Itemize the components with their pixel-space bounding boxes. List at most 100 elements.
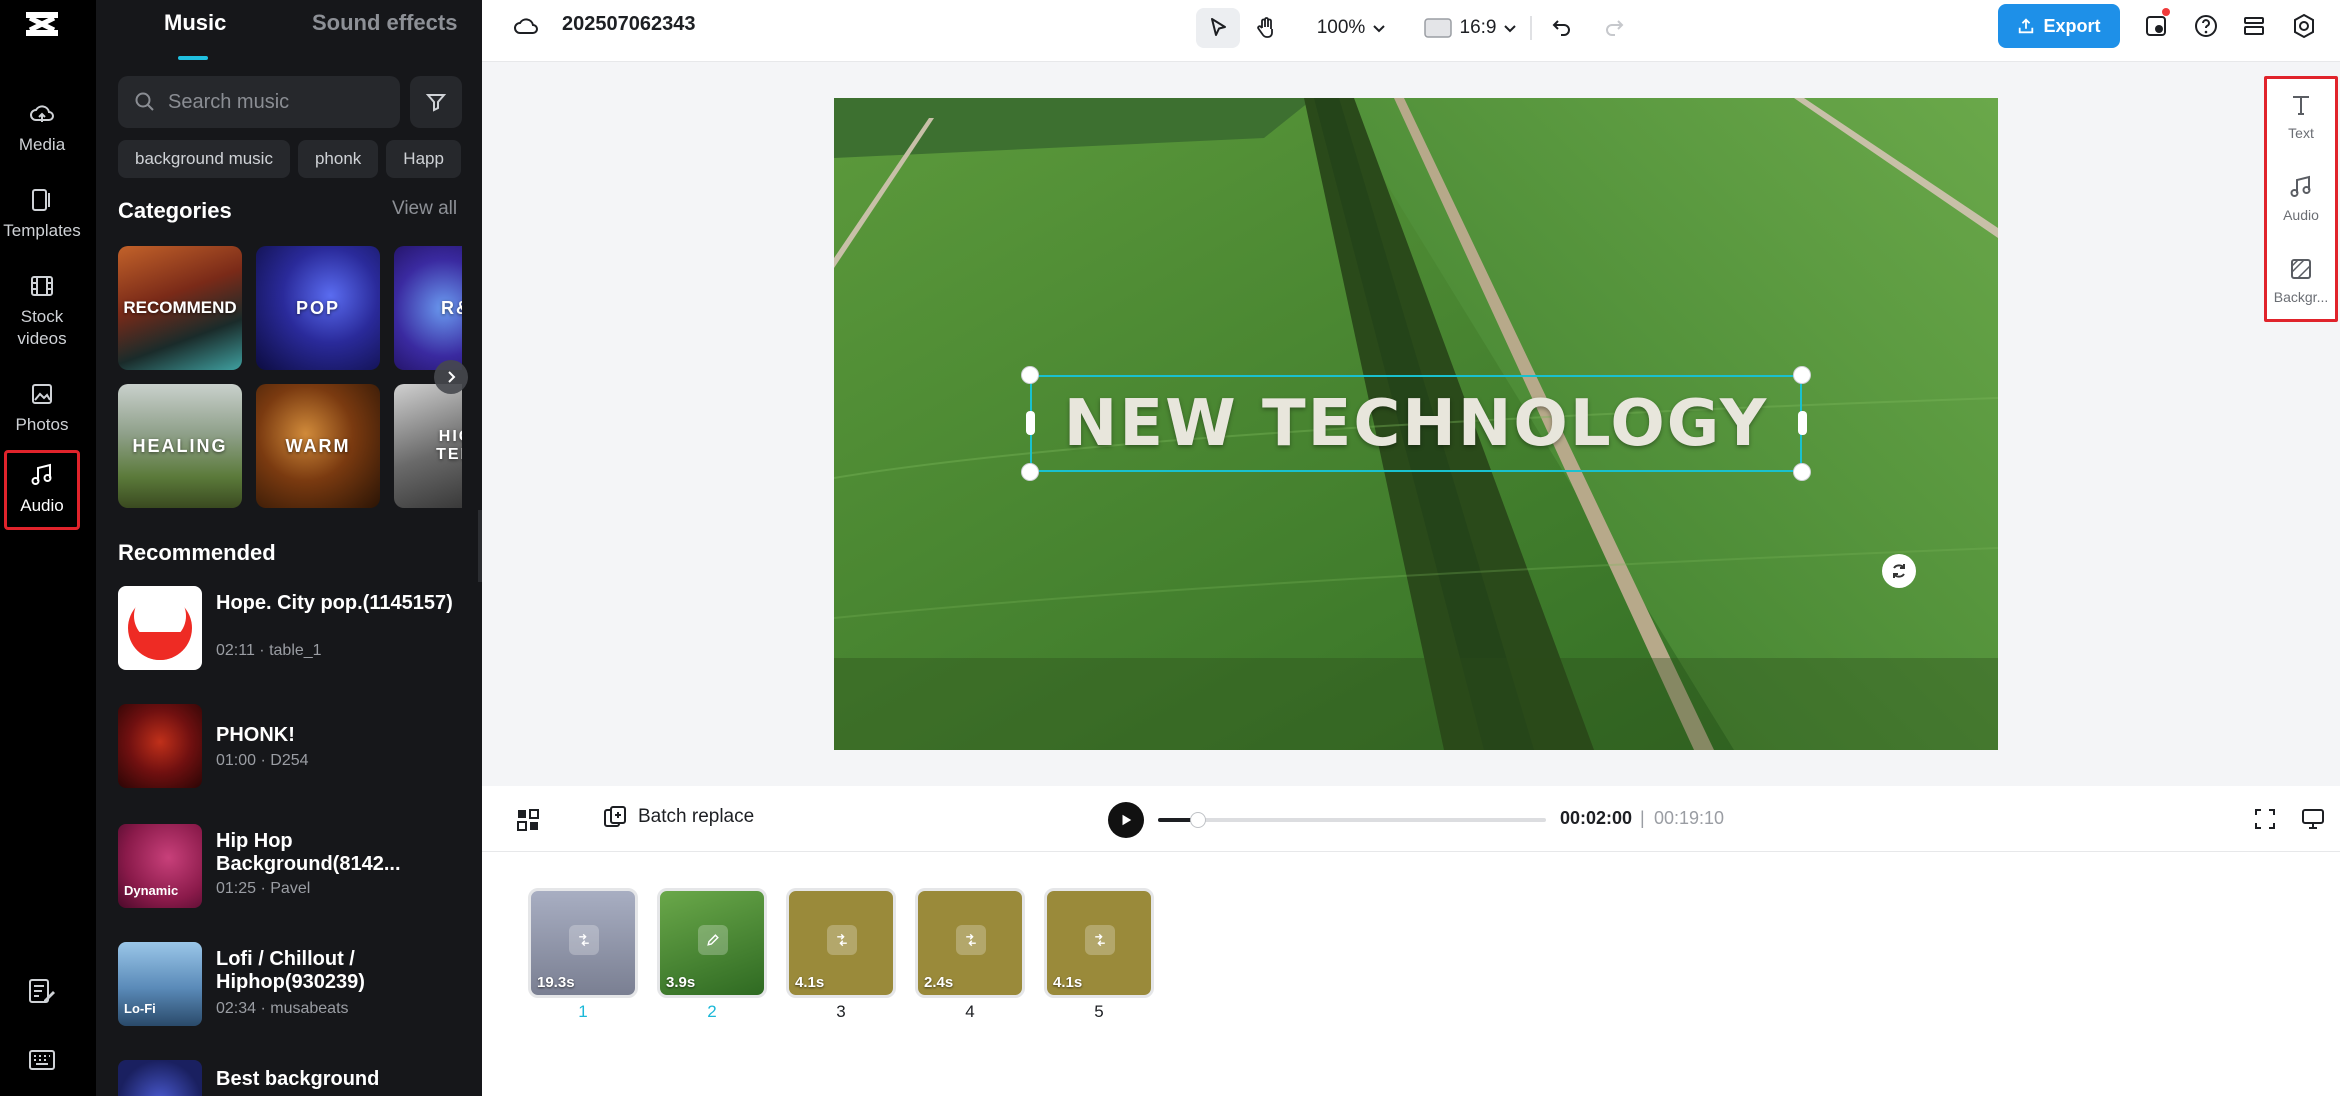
fullscreen-icon[interactable] [2252, 806, 2278, 837]
view-all-link[interactable]: View all [392, 198, 457, 220]
track-thumbnail: Dynamic [118, 824, 202, 908]
chevron-right-icon [448, 371, 456, 383]
notes-edit-icon[interactable] [26, 976, 58, 1008]
presentation-icon[interactable] [2300, 806, 2326, 837]
hand-tool-button[interactable] [1246, 8, 1286, 48]
export-button[interactable]: Export [1998, 4, 2120, 48]
track-item[interactable]: PHONK! 01:00 · D254 [118, 704, 462, 792]
scene-number: 2 [707, 1002, 717, 1021]
right-tool-label: Backgr... [2273, 289, 2329, 305]
replace-icon [569, 925, 599, 955]
scene-layout-icon[interactable] [514, 806, 542, 839]
aspect-ratio-dropdown[interactable]: 16:9 [1416, 8, 1526, 48]
overlay-text[interactable]: NEW TECHNOLOGY [1064, 387, 1768, 461]
track-title: Best background [216, 1068, 380, 1090]
category-warm[interactable]: WARM [256, 384, 380, 508]
track-title: Hip Hop Background(8142... [216, 830, 401, 875]
rail-item-photos[interactable]: Photos [4, 372, 80, 446]
rail-item-templates[interactable]: Templates [3, 178, 81, 252]
editor-app: Media Templates Stock videos Photos Audi… [0, 0, 2340, 1096]
resize-handle-left[interactable] [1026, 411, 1035, 435]
category-high-tempo[interactable]: HIG TEM [394, 384, 462, 508]
search-input[interactable]: Search music [118, 76, 400, 128]
scene-thumbnail-3[interactable]: 4.1s [786, 888, 896, 998]
keyboard-icon[interactable] [26, 1044, 58, 1076]
scene-duration: 19.3s [537, 974, 575, 991]
track-meta: 02:34 · musabeats [216, 1000, 349, 1017]
right-tool-background[interactable]: Backgr... [2267, 247, 2335, 327]
track-item[interactable]: Hope. City pop.(1145157) 02:11 · table_1 [118, 586, 462, 674]
notifications-button[interactable] [2140, 8, 2172, 42]
rail-item-media[interactable]: Media [4, 92, 80, 166]
track-meta: 01:25 · Pavel [216, 880, 311, 897]
chip-phonk[interactable]: phonk [297, 140, 379, 178]
scene-number: 5 [1094, 1002, 1104, 1021]
batch-replace-button[interactable]: Batch replace [602, 804, 754, 830]
resize-handle-right[interactable] [1798, 411, 1807, 435]
track-badge: Dynamic [124, 883, 179, 898]
right-toolbar: Text Audio Backgr... [2264, 76, 2338, 322]
layers-button[interactable] [2238, 10, 2270, 42]
film-icon [31, 276, 53, 296]
rotate-icon [1893, 564, 1905, 578]
resize-handle-bottom-left[interactable] [1021, 463, 1039, 481]
right-tool-audio[interactable]: Audio [2267, 165, 2335, 245]
category-pop[interactable]: POP [256, 246, 380, 370]
help-button[interactable] [2190, 10, 2222, 42]
track-item[interactable]: Lo-Fi Lofi / Chillout / Hiphop(930239) 0… [118, 942, 462, 1030]
rotate-handle[interactable] [1882, 554, 1916, 588]
progress-knob[interactable] [1190, 812, 1207, 828]
filter-button[interactable] [410, 76, 462, 128]
resize-handle-top-left[interactable] [1021, 366, 1039, 384]
rail-item-label: Media [18, 135, 66, 154]
select-tool-button[interactable] [1196, 8, 1240, 48]
scene-thumbnail-2[interactable]: 3.9s [657, 888, 767, 998]
resize-handle-bottom-right[interactable] [1793, 463, 1811, 481]
track-thumbnail [118, 586, 202, 670]
right-tool-label: Audio [2283, 207, 2319, 223]
hand-icon [1257, 17, 1273, 38]
track-meta: 02:11 · table_1 [216, 642, 322, 659]
redo-button[interactable] [1594, 8, 1634, 48]
batch-replace-icon [604, 806, 626, 827]
cloud-save-icon[interactable] [510, 10, 542, 42]
track-item[interactable]: Best background [118, 1060, 462, 1096]
rail-item-audio[interactable]: Audio [4, 450, 80, 530]
chip-background-music[interactable]: background music [118, 140, 290, 178]
track-title: Hope. City pop.(1145157) [216, 592, 453, 614]
project-name[interactable]: 202507062343 [562, 13, 695, 36]
tab-music[interactable]: Music [164, 10, 226, 36]
category-healing[interactable]: HEALING [118, 384, 242, 508]
text-icon [2293, 96, 2309, 115]
scene-duration: 4.1s [795, 974, 825, 991]
capcut-logo[interactable] [22, 6, 62, 42]
track-thumbnail: Lo-Fi [118, 942, 202, 1026]
scene-thumbnail-4[interactable]: 2.4s [915, 888, 1025, 998]
tab-sound-effects[interactable]: Sound effects [312, 10, 457, 36]
top-bar: 202507062343 100% 16:9 Export [482, 0, 2340, 62]
category-label: WARM [285, 435, 351, 456]
pointer-icon [1211, 18, 1226, 36]
rail-item-stock-videos[interactable]: Stock videos [4, 264, 80, 352]
scene-timeline: 19.3s 1 3.9s 2 4.1s 3 2.4s 4 4.1s 5 [482, 852, 2340, 1096]
category-rnb[interactable]: R& [394, 246, 462, 370]
play-button[interactable] [1108, 802, 1144, 838]
zoom-dropdown[interactable]: 100% [1312, 8, 1392, 48]
resize-handle-top-right[interactable] [1793, 366, 1811, 384]
chip-happy[interactable]: Happ [386, 140, 461, 178]
undo-button[interactable] [1542, 8, 1582, 48]
categories-next-button[interactable] [434, 360, 468, 394]
rail-item-label: Stock videos [17, 307, 67, 348]
progress-track[interactable] [1158, 812, 1546, 828]
total-time: 00:19:10 [1654, 808, 1725, 828]
text-overlay-selection[interactable]: NEW TECHNOLOGY [1030, 375, 1802, 472]
right-tool-text[interactable]: Text [2267, 83, 2335, 163]
scene-thumbnail-1[interactable]: 19.3s [528, 888, 638, 998]
help-icon [2195, 15, 2217, 37]
settings-button[interactable] [2288, 10, 2320, 42]
category-recommend[interactable]: RECOMMEND [118, 246, 242, 370]
upload-icon [2019, 18, 2034, 34]
track-item[interactable]: Dynamic Hip Hop Background(8142... 01:25… [118, 824, 462, 912]
scene-number: 4 [965, 1002, 975, 1021]
scene-thumbnail-5[interactable]: 4.1s [1044, 888, 1154, 998]
